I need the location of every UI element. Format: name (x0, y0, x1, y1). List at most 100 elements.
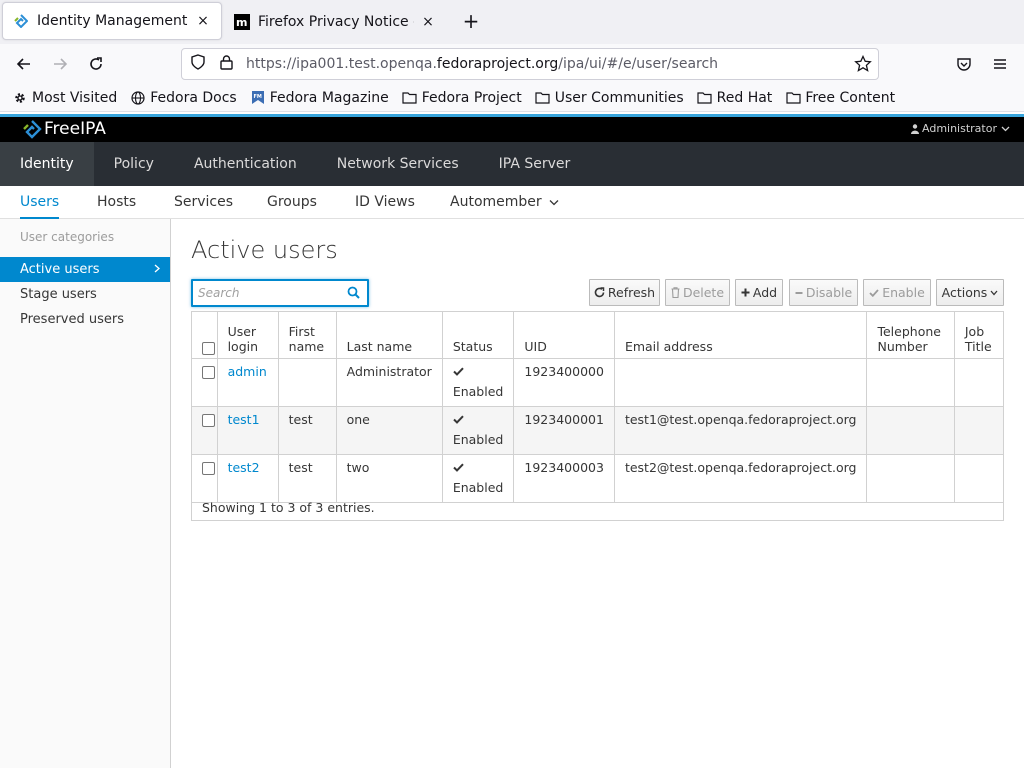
disable-button[interactable]: Disable (789, 279, 858, 306)
forward-icon[interactable] (48, 52, 72, 76)
close-tab-icon[interactable]: × (195, 13, 211, 29)
first-name-cell: test (277, 406, 337, 455)
enable-button[interactable]: Enable (863, 279, 931, 306)
check-icon (453, 463, 464, 472)
actions-button[interactable]: Actions (936, 279, 1004, 306)
telephone-cell (866, 358, 955, 407)
user-menu-label: Administrator (922, 122, 997, 135)
back-icon[interactable] (12, 52, 36, 76)
bookmark-label: Most Visited (32, 89, 118, 106)
last-name-cell: one (335, 406, 443, 455)
chevron-down-icon (1001, 126, 1010, 131)
tracking-protection-shield-icon[interactable] (190, 54, 208, 74)
pagination-summary: Showing 1 to 3 of 3 entries. (191, 495, 1004, 521)
last-name-cell: Administrator (335, 358, 443, 407)
tab-identity-management[interactable]: Identity Management × (2, 2, 222, 40)
main-navigation: Identity Policy Authentication Network S… (0, 142, 1024, 186)
select-all-checkbox[interactable] (202, 342, 215, 355)
lock-icon[interactable] (220, 54, 234, 74)
row-checkbox[interactable] (202, 366, 215, 379)
table-row: test1 test one Enabled 1923400001 test1@… (191, 406, 1005, 455)
sidebar-item-active-users[interactable]: Active users (0, 257, 170, 282)
reload-icon[interactable] (84, 52, 108, 76)
subnav-automember[interactable]: Automember (450, 186, 559, 219)
sidebar-item-label: Active users (20, 262, 100, 277)
subnav-users[interactable]: Users (20, 186, 60, 219)
sidebar-item-stage-users[interactable]: Stage users (0, 282, 170, 307)
nav-network-services[interactable]: Network Services (317, 142, 479, 186)
sidebar: User categories Active users Stage users… (0, 219, 171, 768)
plus-icon (741, 288, 750, 297)
column-header-user-login[interactable]: User login (216, 311, 279, 359)
users-table: User login First name Last name Status U… (191, 311, 1005, 503)
delete-label: Delete (682, 285, 725, 300)
user-login-link[interactable]: test1 (228, 412, 260, 427)
new-tab-button[interactable]: + (460, 10, 482, 32)
email-cell (613, 358, 868, 407)
column-header-status[interactable]: Status (441, 311, 515, 359)
freeipa-logo[interactable]: FreeIPA (22, 119, 106, 139)
search-box (191, 279, 369, 307)
tab-firefox-privacy-notice[interactable]: m Firefox Privacy Notice — M × (224, 0, 446, 44)
bookmark-fedora-docs[interactable]: Fedora Docs (130, 90, 237, 106)
url-bar[interactable]: https://ipa001.test.openqa.fedoraproject… (181, 48, 879, 80)
globe-icon (130, 90, 146, 106)
telephone-cell (866, 406, 955, 455)
svg-text:m: m (236, 16, 247, 29)
status-cell: Enabled (441, 406, 515, 455)
subnav-id-views[interactable]: ID Views (355, 186, 415, 219)
row-checkbox[interactable] (202, 414, 215, 427)
bookmark-fedora-magazine[interactable]: FM Fedora Magazine (250, 90, 389, 106)
subnav-services[interactable]: Services (174, 186, 233, 219)
bookmark-user-communities[interactable]: User Communities (535, 90, 684, 106)
check-icon (869, 288, 879, 297)
close-tab-icon[interactable]: × (420, 14, 436, 30)
chevron-down-icon (549, 200, 559, 206)
hamburger-menu-icon[interactable] (988, 52, 1012, 76)
search-icon[interactable] (347, 286, 360, 303)
email-cell: test1@test.openqa.fedoraproject.org (613, 406, 868, 455)
bookmark-most-visited[interactable]: Most Visited (12, 90, 117, 106)
column-header-first-name[interactable]: First name (277, 311, 337, 359)
nav-policy[interactable]: Policy (94, 142, 174, 186)
freeipa-logo-icon (23, 120, 42, 139)
subnav-groups[interactable]: Groups (267, 186, 317, 219)
folder-icon (402, 90, 418, 106)
search-input[interactable] (193, 281, 343, 305)
column-header-uid[interactable]: UID (513, 311, 615, 359)
check-icon (453, 415, 464, 424)
brand-name: FreeIPA (44, 119, 106, 139)
svg-text:FM: FM (253, 94, 261, 100)
add-button[interactable]: Add (735, 279, 783, 306)
column-header-telephone[interactable]: Telephone Number (866, 311, 955, 359)
pocket-icon[interactable] (952, 52, 976, 76)
nav-authentication[interactable]: Authentication (174, 142, 317, 186)
user-login-link[interactable]: test2 (228, 460, 260, 475)
user-menu[interactable]: Administrator (911, 122, 1010, 135)
nav-identity[interactable]: Identity (0, 142, 94, 186)
gear-icon (12, 90, 28, 106)
actions-label: Actions (941, 285, 988, 300)
refresh-button[interactable]: Refresh (589, 279, 660, 306)
bookmark-star-icon[interactable] (854, 54, 872, 77)
column-header-email[interactable]: Email address (613, 311, 868, 359)
first-name-cell (277, 358, 337, 407)
folder-icon (785, 90, 801, 106)
column-header-job-title[interactable]: Job Title (953, 311, 1005, 359)
sidebar-item-preserved-users[interactable]: Preserved users (0, 307, 170, 332)
user-icon (911, 123, 919, 134)
bookmark-fedora-project[interactable]: Fedora Project (402, 90, 522, 106)
delete-button[interactable]: Delete (665, 279, 730, 306)
job-title-cell (953, 406, 1005, 455)
bookmark-free-content[interactable]: Free Content (785, 90, 895, 106)
sub-navigation: Users Hosts Services Groups ID Views Aut… (0, 186, 1024, 219)
nav-ipa-server[interactable]: IPA Server (479, 142, 591, 186)
row-checkbox[interactable] (202, 462, 215, 475)
tab-title: Identity Management (37, 13, 188, 29)
sidebar-category-heading: User categories (20, 230, 115, 244)
chevron-down-icon (990, 290, 998, 295)
bookmark-red-hat[interactable]: Red Hat (697, 90, 772, 106)
column-header-last-name[interactable]: Last name (335, 311, 443, 359)
user-login-link[interactable]: admin (228, 364, 267, 379)
subnav-hosts[interactable]: Hosts (97, 186, 136, 219)
